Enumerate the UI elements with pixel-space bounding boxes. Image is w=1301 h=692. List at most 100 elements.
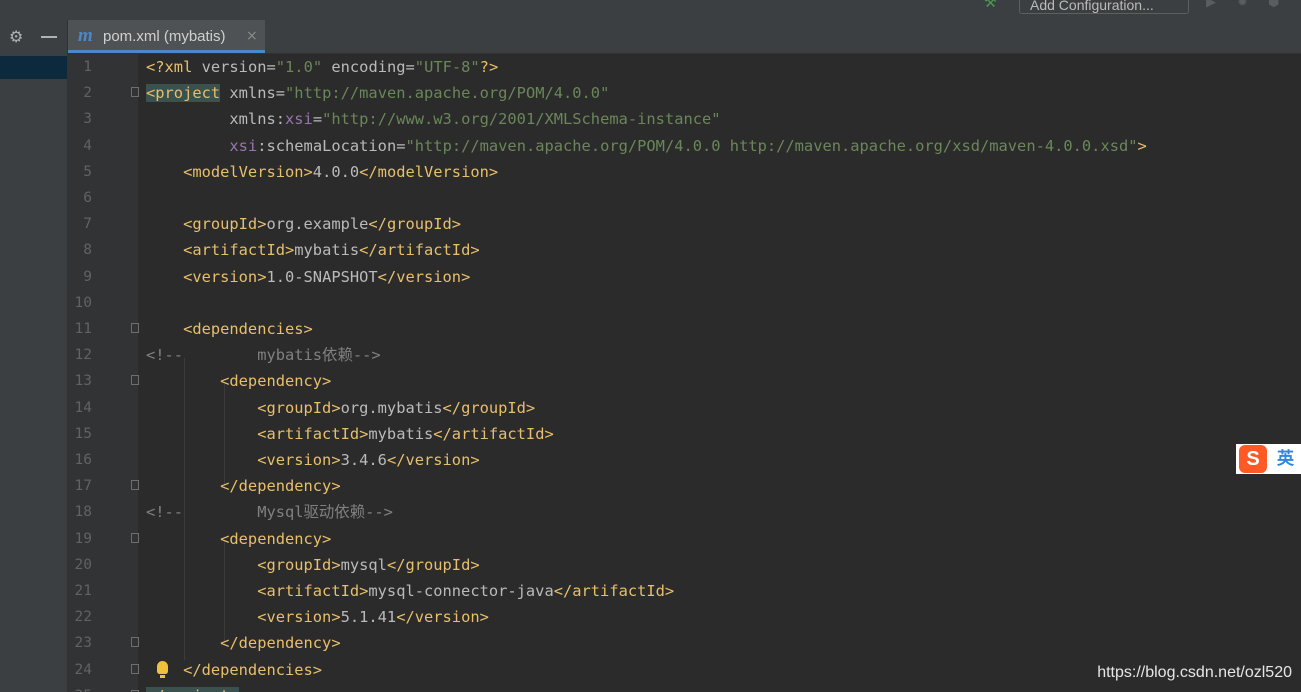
code-line[interactable]: 3 xmlns:xsi="http://www.w3.org/2001/XMLS… [68,106,1301,132]
code-token: <dependency> [146,372,332,391]
code-line[interactable]: 5 <modelVersion>4.0.0</modelVersion> [68,159,1301,185]
code-token: <!-- mybatis依赖--> [146,346,381,365]
code-line[interactable]: 1 <?xml version="1.0" encoding="UTF-8"?> [68,54,1301,80]
close-icon[interactable]: × [246,28,258,44]
code-line[interactable]: 23 </dependency> [68,630,1301,656]
code-token: <dependency> [146,529,332,548]
line-text: </project> [146,683,239,692]
gear-icon[interactable]: ⚙ [9,28,27,46]
fold-marker-icon[interactable] [131,87,139,98]
code-token: </dependencies> [146,660,323,679]
line-number: 21 [74,583,92,599]
code-line[interactable]: 6 [68,185,1301,211]
line-text: <artifactId>mysql-connector-java</artifa… [146,578,674,604]
code-line[interactable]: 4 xsi:schemaLocation="http://maven.apach… [68,133,1301,159]
code-token: <groupId> [146,555,341,574]
code-token: </artifactId> [359,241,480,260]
code-line[interactable]: 17 </dependency> [68,473,1301,499]
code-line[interactable]: 11 <dependencies> [68,316,1301,342]
code-token: </artifactId> [433,424,554,443]
code-line[interactable]: 22 <version>5.1.41</version> [68,604,1301,630]
code-token: xmlns: [146,110,285,129]
tab-pom-xml[interactable]: m pom.xml (mybatis) × [68,20,265,53]
line-number: 16 [74,452,92,468]
build-hammer-icon[interactable]: ⚒ [984,0,1002,10]
tab-title: pom.xml (mybatis) [103,28,226,45]
code-line[interactable]: 12 <!-- mybatis依赖--> [68,342,1301,368]
line-text: <groupId>mysql</groupId> [146,552,479,578]
sogou-logo-icon: S [1239,445,1267,473]
line-text: </dependency> [146,473,341,499]
line-number: 12 [74,347,92,364]
fold-marker-icon[interactable] [131,663,139,674]
code-token: <version> [146,608,341,627]
code-token: </version> [396,608,489,627]
code-token: </dependency> [146,634,341,653]
line-number: 15 [74,425,92,442]
code-line[interactable]: 14 <groupId>org.mybatis</groupId> [68,395,1301,421]
run-icon[interactable]: ▶ [1206,0,1224,10]
fold-marker-icon[interactable] [131,532,139,543]
fold-marker-icon[interactable] [131,480,139,491]
code-token: </modelVersion> [359,162,499,181]
code-line[interactable]: 21 <artifactId>mysql-connector-java</art… [68,578,1301,604]
coverage-icon[interactable]: ⬢ [1268,0,1286,10]
code-line[interactable]: 16 <version>3.4.6</version> [68,447,1301,473]
code-token: mysql [340,555,387,574]
code-token: <version> [146,267,267,286]
ime-indicator[interactable]: S 英 [1236,444,1301,474]
line-text: <project xmlns="http://maven.apache.org/… [146,80,609,106]
code-token: xsi [285,110,313,129]
code-token: "1.0" [275,58,323,76]
code-token: <project [146,84,221,103]
code-token: </version> [386,451,480,469]
code-token: version [201,58,267,76]
maven-file-icon: m [78,25,93,46]
line-number: 8 [83,242,92,259]
code-token: = [405,58,415,76]
code-line[interactable]: 25 </project> [68,683,1301,692]
code-line[interactable]: 10 [68,290,1301,316]
code-line[interactable]: 20 <groupId>mysql</groupId> [68,552,1301,578]
code-token: = [312,110,323,129]
code-token: ?> [479,58,499,76]
code-token: <artifactId> [146,424,369,443]
code-token: 3.4.6 [340,451,387,469]
line-text: <!-- Mysql驱动依赖--> [146,499,393,525]
line-number: 4 [83,137,92,154]
code-token: </groupId> [442,398,536,417]
code-line[interactable]: 9 <version>1.0-SNAPSHOT</version> [68,264,1301,290]
add-configuration-button[interactable]: Add Configuration... [1019,0,1189,14]
fold-marker-icon[interactable] [131,375,139,386]
code-line[interactable]: 7 <groupId>org.example</groupId> [68,211,1301,237]
code-token: xsi [229,136,258,155]
code-line[interactable]: 8 <artifactId>mybatis</artifactId> [68,237,1301,263]
code-token: mybatis [368,424,434,443]
fold-marker-icon[interactable] [131,637,139,648]
project-tool-window: ⚙ [0,20,68,692]
minimize-icon[interactable] [41,36,57,38]
line-text: <version>1.0-SNAPSHOT</version> [146,264,470,290]
ime-mode-label: 英 [1277,449,1294,469]
code-token: <?xml [146,58,202,76]
code-line[interactable]: 15 <artifactId>mybatis</artifactId> [68,421,1301,447]
code-line[interactable]: 19 <dependency> [68,526,1301,552]
line-number: 14 [74,399,92,416]
code-token: <modelVersion> [146,162,313,181]
line-text: <groupId>org.mybatis</groupId> [146,395,535,421]
line-number: 10 [74,294,92,311]
line-text: <version>3.4.6</version> [146,447,480,473]
line-number: 7 [83,216,92,233]
code-token: <!-- Mysql驱动依赖--> [146,503,393,522]
code-line[interactable]: 13 <dependency> [68,368,1301,394]
fold-marker-icon[interactable] [131,323,139,333]
line-text: <dependency> [146,368,331,394]
selected-tree-item[interactable] [0,56,67,79]
code-token: </dependency> [146,477,341,496]
code-line[interactable]: 2 <project xmlns="http://maven.apache.org… [68,80,1301,106]
line-text: <groupId>org.example</groupId> [146,211,461,237]
debug-icon[interactable]: ✹ [1237,0,1255,10]
code-token: </project> [146,686,239,692]
line-number: 18 [74,504,92,521]
code-line[interactable]: 18 <!-- Mysql驱动依赖--> [68,499,1301,525]
